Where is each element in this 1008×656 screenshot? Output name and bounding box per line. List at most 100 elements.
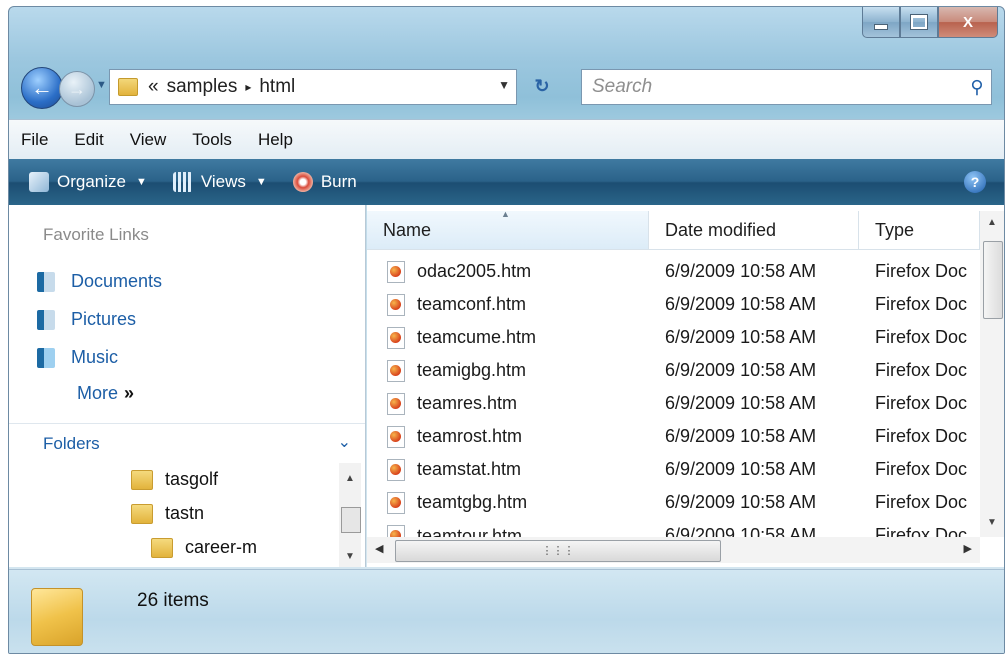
file-row[interactable]: odac2005.htm 6/9/2009 10:58 AM Firefox D… (367, 255, 980, 288)
file-row[interactable]: teamcume.htm 6/9/2009 10:58 AM Firefox D… (367, 321, 980, 354)
scrollbar-thumb[interactable] (341, 507, 361, 533)
favorite-link-documents[interactable]: Documents (37, 271, 162, 292)
search-input[interactable]: Search (582, 76, 963, 98)
refresh-button[interactable]: ↻ (521, 69, 563, 103)
firefox-document-icon (387, 260, 405, 283)
firefox-document-icon (387, 293, 405, 316)
favorite-label: Pictures (71, 309, 137, 329)
folders-heading: Folders (43, 434, 100, 453)
file-name: teamconf.htm (417, 294, 527, 314)
file-date: 6/9/2009 10:58 AM (665, 393, 817, 413)
file-type: Firefox Doc (875, 459, 968, 479)
file-list-vertical-scrollbar[interactable]: ▲ ▼ (980, 211, 1004, 537)
item-count: 26 items (137, 590, 209, 611)
firefox-document-icon (387, 326, 405, 349)
menu-file[interactable]: File (21, 130, 48, 150)
address-bar[interactable]: « samples ▸ html ▼ (109, 69, 517, 105)
command-bar: Organize ▼ Views ▼ Burn ? (9, 159, 1004, 205)
burn-button[interactable]: Burn (292, 172, 357, 192)
breadcrumb-html[interactable]: html (259, 76, 295, 98)
folder-icon (118, 78, 138, 96)
chevron-down-icon[interactable]: ⌄ (338, 432, 351, 452)
file-row[interactable]: teamres.htm 6/9/2009 10:58 AM Firefox Do… (367, 387, 980, 420)
burn-icon (292, 172, 313, 192)
tree-folder-label: career-m (185, 537, 258, 557)
file-row[interactable]: teamigbg.htm 6/9/2009 10:58 AM Firefox D… (367, 354, 980, 387)
chevron-down-icon: ▼ (255, 176, 267, 188)
file-row[interactable]: teamconf.htm 6/9/2009 10:58 AM Firefox D… (367, 288, 980, 321)
tree-folder-tasgolf[interactable]: tasgolf (131, 469, 218, 490)
folders-header[interactable]: Folders ⌄ (9, 423, 365, 464)
scroll-left-icon[interactable]: ◀ (375, 542, 383, 555)
tree-folder-tastn[interactable]: tastn (131, 503, 204, 524)
tree-folder-label: tastn (165, 503, 205, 523)
views-icon (172, 172, 193, 192)
more-links[interactable]: More» (77, 383, 134, 404)
minimize-button[interactable] (862, 7, 900, 38)
file-date: 6/9/2009 10:58 AM (665, 294, 817, 314)
back-button[interactable]: ← (21, 67, 63, 109)
column-header-row: ▲ Name Date modified Type (367, 209, 980, 250)
favorite-links-heading: Favorite Links (43, 225, 149, 244)
scroll-right-icon[interactable]: ▶ (964, 542, 972, 555)
column-header-name[interactable]: ▲ Name (367, 209, 649, 249)
scrollbar-thumb[interactable] (983, 241, 1003, 319)
address-overflow-chevron[interactable]: « (148, 76, 159, 98)
tree-folder-career-m[interactable]: career-m (151, 537, 257, 558)
menu-bar: File Edit View Tools Help (9, 119, 1004, 160)
file-type: Firefox Doc (875, 327, 968, 347)
menu-view[interactable]: View (130, 130, 167, 150)
search-box[interactable]: Search ⚲ (581, 69, 992, 105)
file-row[interactable]: teamstat.htm 6/9/2009 10:58 AM Firefox D… (367, 453, 980, 486)
menu-tools[interactable]: Tools (192, 130, 232, 150)
close-button[interactable]: X (938, 7, 998, 38)
file-type: Firefox Doc (875, 525, 968, 537)
views-button[interactable]: Views ▼ (172, 172, 267, 192)
help-button[interactable]: ? (964, 171, 986, 193)
search-icon[interactable]: ⚲ (963, 77, 991, 98)
close-icon: X (962, 13, 973, 31)
file-list-horizontal-scrollbar[interactable]: ◀ ⋮⋮⋮ ▶ (367, 537, 980, 563)
file-name: teamcume.htm (417, 327, 537, 347)
menu-help[interactable]: Help (258, 130, 293, 150)
scroll-down-icon[interactable]: ▼ (980, 517, 1004, 528)
address-dropdown-icon[interactable]: ▼ (498, 78, 510, 92)
burn-label: Burn (320, 172, 357, 191)
firefox-document-icon (387, 491, 405, 514)
forward-button[interactable]: → (59, 71, 95, 107)
organize-button[interactable]: Organize ▼ (29, 172, 147, 192)
scroll-up-icon[interactable]: ▲ (339, 473, 361, 484)
firefox-document-icon (387, 392, 405, 415)
sort-ascending-icon: ▲ (501, 209, 510, 219)
file-type: Firefox Doc (875, 492, 968, 512)
navigation-pane: Favorite Links Documents Pictures Music … (9, 205, 366, 567)
recent-pages-dropdown[interactable]: ▼ (96, 79, 107, 91)
file-row[interactable]: teamrost.htm 6/9/2009 10:58 AM Firefox D… (367, 420, 980, 453)
scroll-up-icon[interactable]: ▲ (980, 217, 1004, 228)
chevron-down-icon: ▼ (135, 176, 147, 188)
scrollbar-thumb[interactable]: ⋮⋮⋮ (395, 540, 721, 562)
documents-icon (37, 271, 55, 292)
scroll-down-icon[interactable]: ▼ (339, 551, 361, 562)
pictures-icon (37, 309, 55, 330)
file-type: Firefox Doc (875, 393, 968, 413)
file-date: 6/9/2009 10:58 AM (665, 360, 817, 380)
column-header-date-modified[interactable]: Date modified (649, 211, 859, 249)
file-row[interactable]: teamtgbg.htm 6/9/2009 10:58 AM Firefox D… (367, 486, 980, 519)
explorer-window: X ← → ▼ « samples ▸ html ▼ ↻ Search ⚲ Fi… (8, 6, 1005, 654)
folder-tree-scrollbar[interactable]: ▲ ▼ (339, 463, 361, 567)
favorite-link-pictures[interactable]: Pictures (37, 309, 136, 330)
maximize-button[interactable] (900, 7, 938, 38)
menu-edit[interactable]: Edit (74, 130, 103, 150)
folder-icon (131, 469, 153, 490)
file-name: teamres.htm (417, 393, 518, 413)
caption-buttons: X (862, 7, 998, 41)
breadcrumb-samples[interactable]: samples (167, 76, 238, 98)
file-row[interactable]: teamtour.htm 6/9/2009 10:58 AM Firefox D… (367, 519, 980, 537)
favorite-link-music[interactable]: Music (37, 347, 118, 368)
column-header-type[interactable]: Type (859, 211, 980, 249)
breadcrumb-separator-icon[interactable]: ▸ (245, 80, 251, 94)
file-name: teamstat.htm (417, 459, 522, 479)
back-arrow-icon: ← (31, 75, 53, 100)
firefox-document-icon (387, 425, 405, 448)
